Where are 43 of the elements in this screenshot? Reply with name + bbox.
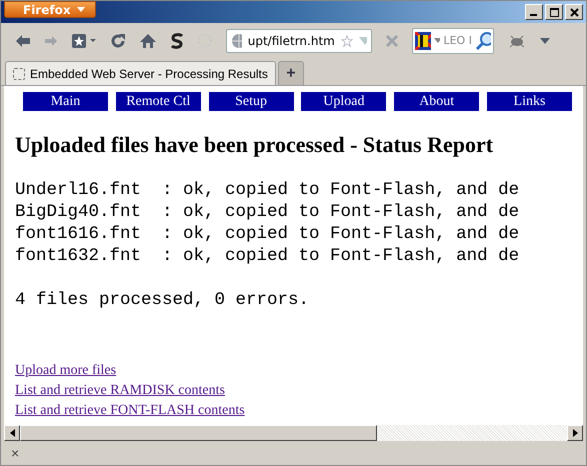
- globe-icon: [231, 32, 242, 48]
- right-arrow-icon: [572, 429, 578, 437]
- menu-arrow-icon[interactable]: [540, 38, 550, 44]
- close-button[interactable]: [565, 4, 583, 20]
- home-icon[interactable]: [139, 32, 157, 48]
- maximize-button[interactable]: [545, 4, 563, 20]
- bookmark-star-icon[interactable]: [71, 32, 97, 48]
- result-line: BigDig40.fnt : ok, copied to Font-Flash, and de: [15, 201, 520, 223]
- nav-link[interactable]: Main: [23, 92, 108, 111]
- nav-link[interactable]: Upload: [301, 92, 386, 111]
- flag-icon: [415, 32, 432, 50]
- address-field[interactable]: upt/filetrn.htm: [226, 28, 372, 52]
- page-heading: Uploaded files have been processed - Status Report: [15, 132, 494, 158]
- nav-link[interactable]: Links: [486, 92, 572, 111]
- scroll-right-button[interactable]: [567, 425, 583, 441]
- back-arrow-icon[interactable]: [15, 34, 31, 48]
- close-icon: [570, 8, 578, 16]
- search-icon[interactable]: [474, 30, 491, 50]
- horizontal-scrollbar[interactable]: [4, 425, 583, 441]
- s-logo-icon[interactable]: [170, 32, 184, 48]
- result-line: font1616.fnt : ok, copied to Font-Flash, and de: [15, 223, 520, 245]
- new-tab-button[interactable]: +: [278, 61, 304, 85]
- scroll-left-button[interactable]: [4, 425, 20, 441]
- result-line: Underl16.fnt : ok, copied to Font-Flash, and de: [15, 179, 520, 201]
- result-line: font1632.fnt : ok, copied to Font-Flash, and de: [15, 245, 520, 267]
- scrollbar-thumb[interactable]: [20, 425, 377, 441]
- maximize-icon: [550, 8, 558, 16]
- bug-icon[interactable]: [507, 32, 527, 48]
- search-field[interactable]: LEO I: [412, 28, 494, 54]
- minimize-button[interactable]: [525, 4, 543, 20]
- page-link[interactable]: List and retrieve RAMDISK contents: [15, 383, 225, 398]
- close-button[interactable]: ×: [9, 445, 22, 461]
- nav-link[interactable]: About: [394, 92, 480, 111]
- summary-text: 4 files processed, 0 errors.: [15, 289, 310, 311]
- reload-icon[interactable]: [110, 32, 126, 48]
- dropdown-arrow-icon: [76, 7, 85, 12]
- nav-link[interactable]: Remote Ctl: [116, 92, 201, 111]
- left-arrow-icon: [10, 429, 14, 437]
- page-link[interactable]: List and retrieve FONT-FLASH contents: [15, 403, 245, 418]
- nav-link[interactable]: Setup: [208, 92, 294, 111]
- browser-tab[interactable]: Embedded Web Server - Processing Results: [5, 61, 276, 85]
- page-link[interactable]: Upload more files: [15, 363, 116, 378]
- dropdown-arrow-icon[interactable]: [434, 38, 440, 43]
